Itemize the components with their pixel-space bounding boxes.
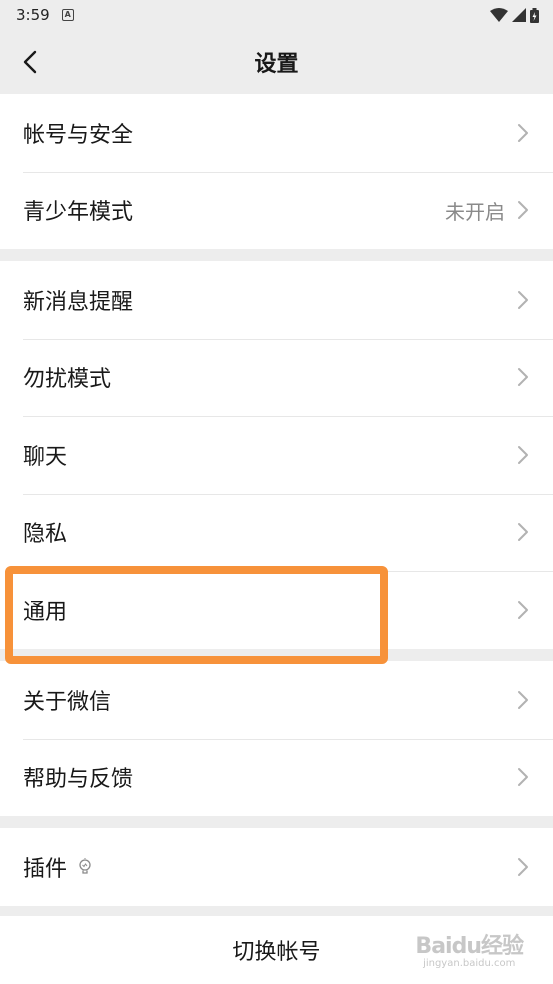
back-button[interactable]	[10, 42, 50, 82]
settings-item-do-not-disturb[interactable]: 勿扰模式	[0, 338, 553, 417]
settings-group-account: 帐号与安全 青少年模式 未开启	[0, 94, 553, 249]
settings-item-new-message-alerts[interactable]: 新消息提醒	[0, 261, 553, 339]
status-icons	[490, 7, 539, 23]
settings-item-label: 隐私	[23, 522, 68, 548]
settings-item-chat[interactable]: 聊天	[0, 416, 553, 494]
battery-icon	[530, 7, 539, 23]
switch-account-label: 切换帐号	[232, 940, 321, 965]
lightbulb-icon	[77, 857, 93, 876]
notification-icon: A	[61, 9, 74, 21]
settings-group-main: 新消息提醒 勿扰模式 聊天 隐私 通用	[0, 261, 553, 649]
settings-item-account-security[interactable]: 帐号与安全	[0, 94, 553, 172]
settings-group-about: 关于微信 帮助与反馈	[0, 661, 553, 816]
chevron-right-icon	[517, 690, 531, 710]
teen-mode-status: 未开启	[445, 199, 505, 224]
page-title: 设置	[254, 52, 299, 77]
settings-item-label: 帐号与安全	[23, 122, 134, 148]
settings-item-label: 插件	[23, 856, 68, 882]
chevron-right-icon	[517, 200, 531, 220]
settings-item-label: 新消息提醒	[23, 289, 134, 315]
chevron-right-icon	[517, 290, 531, 310]
settings-item-label: 聊天	[23, 444, 68, 470]
settings-item-label: 关于微信	[23, 689, 112, 715]
chevron-right-icon	[517, 123, 531, 143]
settings-item-label: 帮助与反馈	[23, 767, 134, 793]
chevron-right-icon	[517, 767, 531, 787]
settings-item-plugins[interactable]: 插件	[0, 828, 553, 906]
signal-icon	[512, 8, 526, 22]
chevron-right-icon	[517, 445, 531, 465]
settings-item-label: 通用	[23, 599, 68, 625]
settings-item-label: 青少年模式	[23, 200, 134, 226]
chevron-left-icon	[23, 50, 37, 74]
settings-item-about-wechat[interactable]: 关于微信	[0, 661, 553, 739]
switch-account-button[interactable]: 切换帐号	[0, 916, 553, 984]
settings-item-label: 勿扰模式	[23, 367, 112, 393]
chevron-right-icon	[517, 367, 531, 387]
chevron-right-icon	[517, 857, 531, 877]
settings-item-teen-mode[interactable]: 青少年模式 未开启	[0, 171, 553, 250]
settings-item-privacy[interactable]: 隐私	[0, 493, 553, 572]
chevron-right-icon	[517, 600, 531, 620]
status-time: 3:59	[16, 6, 50, 24]
chevron-right-icon	[517, 522, 531, 542]
settings-item-general[interactable]: 通用	[0, 571, 553, 649]
nav-bar: 设置	[0, 30, 553, 94]
settings-item-help-feedback[interactable]: 帮助与反馈	[0, 738, 553, 817]
status-bar: 3:59 A	[0, 0, 553, 30]
wifi-icon	[490, 8, 508, 22]
settings-group-plugins: 插件	[0, 828, 553, 906]
